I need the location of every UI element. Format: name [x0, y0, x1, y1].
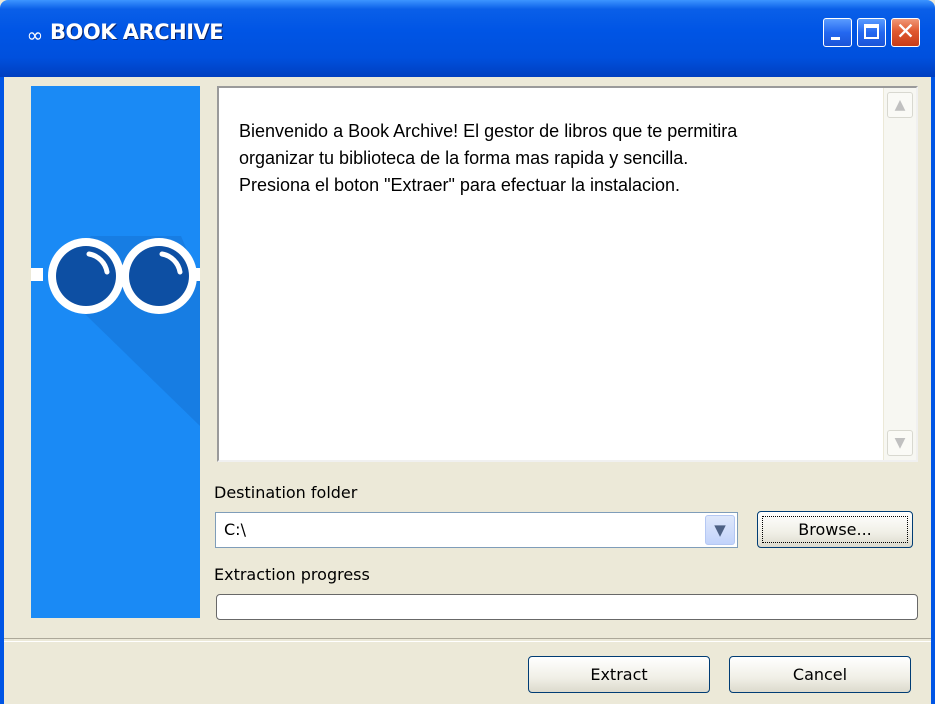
scroll-up-icon[interactable]: ▲	[887, 92, 913, 118]
browse-button[interactable]: Browse...	[757, 511, 913, 548]
installer-window: ∞ BOOK ARCHIVE ✕ Bienvenido a Book Archi…	[0, 0, 935, 704]
close-icon: ✕	[895, 19, 916, 45]
separator	[4, 638, 931, 642]
destination-folder-value: C:\	[224, 520, 246, 539]
destination-folder-combo[interactable]: C:\ ▼	[215, 512, 738, 548]
extract-button[interactable]: Extract	[528, 656, 710, 693]
vertical-scrollbar[interactable]: ▲ ▼	[883, 88, 916, 460]
chevron-down-icon[interactable]: ▼	[705, 515, 735, 545]
cancel-button[interactable]: Cancel	[729, 656, 911, 693]
window-border-right	[931, 77, 935, 704]
window-border-left	[0, 77, 4, 704]
maximize-icon	[864, 24, 879, 39]
extraction-progress-bar	[216, 594, 918, 620]
side-banner	[31, 86, 200, 618]
glasses-icon	[31, 236, 200, 426]
infinity-icon: ∞	[26, 23, 44, 47]
minimize-button[interactable]	[823, 18, 852, 47]
focus-rect	[762, 516, 908, 543]
title-bar[interactable]: ∞ BOOK ARCHIVE ✕	[0, 0, 935, 77]
minimize-icon	[831, 37, 840, 40]
window-title: BOOK ARCHIVE	[50, 20, 224, 44]
scroll-down-icon[interactable]: ▼	[887, 430, 913, 456]
maximize-button[interactable]	[857, 18, 886, 47]
welcome-text: Bienvenido a Book Archive! El gestor de …	[239, 121, 738, 195]
extraction-progress-label: Extraction progress	[214, 565, 370, 584]
welcome-textbox[interactable]: Bienvenido a Book Archive! El gestor de …	[217, 86, 918, 462]
destination-folder-label: Destination folder	[214, 483, 358, 502]
close-button[interactable]: ✕	[891, 18, 920, 47]
